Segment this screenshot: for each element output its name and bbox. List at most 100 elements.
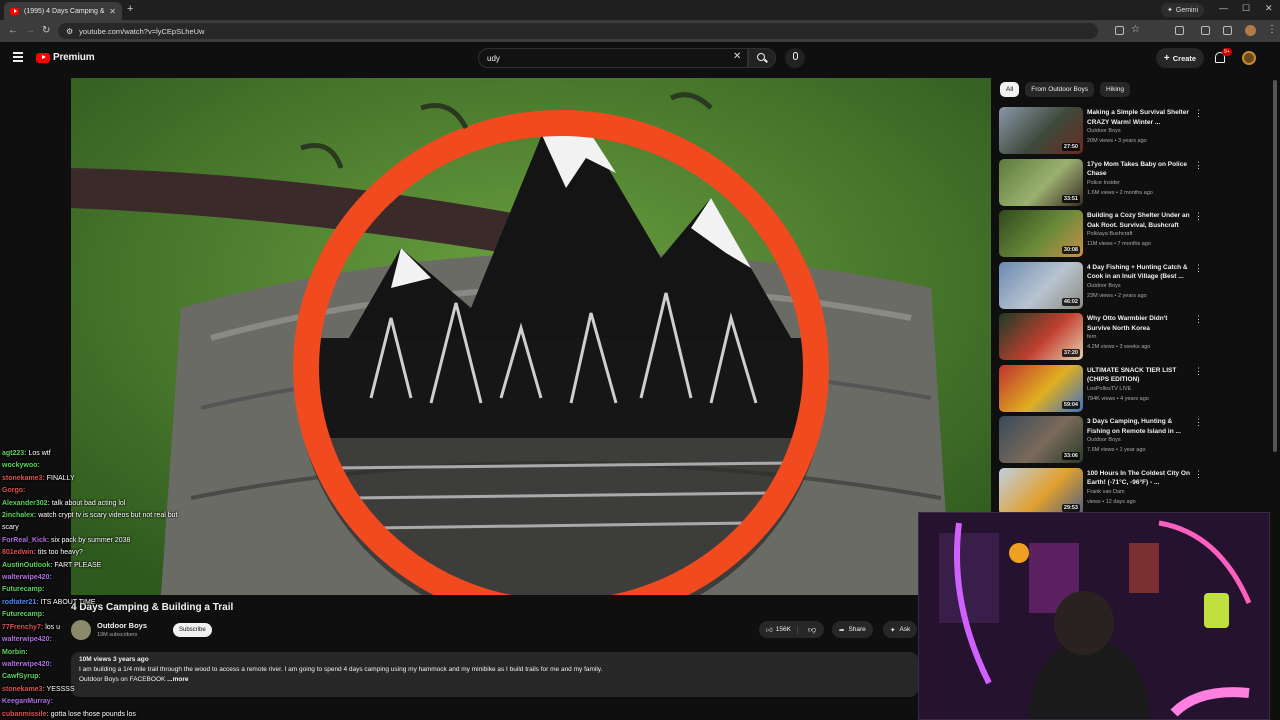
rec-meta: views • 12 days ago [1087, 498, 1136, 505]
chat-line: Morbin: [2, 647, 232, 659]
tab-search-icon[interactable] [1201, 26, 1210, 35]
ask-button[interactable]: ✦ Ask [883, 621, 918, 638]
screen: (1995) 4 Days Camping & Buildi ✕ + ✦ Gem… [0, 0, 1280, 720]
rec-title[interactable]: Making a Simple Survival Shelter CRAZY W… [1087, 108, 1191, 127]
rec-thumbnail[interactable]: 30:08 [999, 210, 1083, 257]
site-info-icon[interactable]: ⚙ [66, 27, 73, 36]
vertical-dots-icon[interactable]: ⋮ [1194, 108, 1203, 119]
chat-user: KeeganMurray: [2, 698, 53, 706]
clear-search-icon[interactable]: ✕ [733, 51, 741, 62]
chat-line: 2inchalex: watch crypt tv is scary video… [2, 510, 232, 522]
rec-channel[interactable]: fern [1087, 334, 1096, 340]
chat-line: KeeganMurray: [2, 696, 232, 708]
install-icon[interactable] [1115, 26, 1124, 35]
rec-thumbnail[interactable]: 59:04 [999, 364, 1083, 412]
rec-title[interactable]: 17yo Mom Takes Baby on Police Chase [1087, 160, 1191, 179]
rec-title[interactable]: 3 Days Camping, Hunting & Fishing on Rem… [1087, 417, 1191, 436]
rec-title[interactable]: 4 Day Fishing + Hunting Catch & Cook in … [1087, 263, 1191, 282]
thumbs-up-icon: 👍︎ [766, 626, 773, 634]
chat-line: walterwipe420: [2, 572, 232, 584]
rec-channel[interactable]: Polisaya Bushcraft [1087, 231, 1133, 237]
browser-tab[interactable]: (1995) 4 Days Camping & Buildi ✕ [4, 2, 122, 20]
gemini-label: Gemini [1175, 6, 1199, 14]
rec-thumbnail[interactable]: 27:50 [999, 107, 1083, 154]
chat-message: ITS ABOUT TIME [40, 598, 96, 606]
account-avatar[interactable] [1242, 51, 1256, 65]
chip-hiking[interactable]: Hiking [1099, 82, 1131, 97]
rec-channel[interactable]: Outdoor Boys [1087, 437, 1121, 443]
rec-thumbnail[interactable]: 33:06 [999, 416, 1083, 463]
page-scrollbar[interactable] [1273, 80, 1277, 452]
vertical-dots-icon[interactable]: ⋮ [1194, 314, 1203, 325]
rec-thumbnail[interactable]: 37:20 [999, 313, 1083, 360]
downloads-icon[interactable] [1223, 26, 1232, 35]
rec-item[interactable]: 59:04 ULTIMATE SNACK TIER LIST (CHIPS EDI… [999, 364, 1204, 417]
rec-title[interactable]: Building a Cozy Shelter Under an Oak Roo… [1087, 211, 1191, 230]
search-input[interactable]: udy [478, 48, 748, 68]
rec-item[interactable]: 37:20 Why Otto Warmbier Didn't Survive No… [999, 313, 1204, 365]
rec-duration: 46:02 [1061, 297, 1080, 306]
rec-item[interactable]: 27:50 Making a Simple Survival Shelter CR… [999, 107, 1204, 159]
create-button[interactable]: + Create [1156, 48, 1204, 68]
rec-thumbnail[interactable]: 29:53 [999, 467, 1083, 515]
extensions-icon[interactable] [1175, 26, 1184, 35]
stream-chat-overlay: agt223: Los wtf wockywoo: stonekame3: FI… [2, 448, 232, 720]
rec-channel[interactable]: Outdoor Boys [1087, 283, 1121, 289]
rec-item[interactable]: 30:08 Building a Cozy Shelter Under an Oa… [999, 210, 1204, 262]
youtube-logo[interactable]: Premium [36, 52, 95, 63]
rec-duration: 33:06 [1061, 452, 1080, 460]
chat-message: FART PLEASE [54, 561, 102, 569]
back-icon[interactable]: ← [8, 25, 18, 36]
filter-chips: All From Outdoor Boys Hiking [1000, 82, 1131, 97]
vertical-dots-icon[interactable]: ⋮ [1194, 160, 1203, 171]
thumbs-down-icon[interactable]: 👎︎ [802, 625, 824, 635]
rec-title[interactable]: Why Otto Warmbier Didn't Survive North K… [1087, 314, 1191, 333]
chat-user: 801edwin: [2, 549, 36, 557]
url-text: youtube.com/watch?v=lyCEpSLheUw [79, 26, 205, 36]
rec-item[interactable]: 33:51 17yo Mom Takes Baby on Police Chase… [999, 158, 1204, 211]
minimize-icon[interactable]: — [1219, 3, 1228, 13]
menu-icon[interactable] [13, 52, 23, 62]
rec-title[interactable]: ULTIMATE SNACK TIER LIST (CHIPS EDITION) [1087, 366, 1191, 385]
rec-meta: 11M views • 7 months ago [1087, 241, 1151, 247]
chat-line: cubanmissile: gotta lose those pounds lo… [2, 709, 232, 720]
window-close-icon[interactable]: ✕ [1265, 3, 1273, 14]
profile-avatar[interactable] [1245, 25, 1256, 36]
vertical-dots-icon[interactable]: ⋮ [1194, 469, 1203, 480]
share-button[interactable]: ➦ Share [832, 621, 873, 638]
chip-from-outdoor-boys[interactable]: From Outdoor Boys [1025, 82, 1094, 97]
vertical-dots-icon[interactable]: ⋮ [1194, 211, 1203, 222]
rec-thumbnail[interactable]: 46:02 [999, 261, 1083, 309]
create-label: Create [1172, 53, 1197, 63]
vertical-dots-icon[interactable]: ⋮ [1194, 417, 1203, 428]
rec-duration: 29:53 [1061, 503, 1080, 512]
rec-item[interactable]: 46:02 4 Day Fishing + Hunting Catch & Coo… [999, 261, 1204, 314]
rec-channel[interactable]: Frank van Dam [1087, 489, 1125, 495]
close-icon[interactable]: ✕ [109, 7, 116, 16]
new-tab-icon[interactable]: + [127, 3, 133, 15]
reload-icon[interactable]: ↻ [42, 25, 50, 36]
url-bar[interactable]: ⚙ youtube.com/watch?v=lyCEpSLheUw [58, 23, 1098, 39]
browser-menu-icon[interactable]: ⋮ [1267, 24, 1277, 35]
vertical-dots-icon[interactable]: ⋮ [1194, 263, 1203, 274]
vertical-dots-icon[interactable]: ⋮ [1194, 366, 1203, 377]
chip-all[interactable]: All [1000, 82, 1020, 97]
gemini-button[interactable]: ✦ Gemini [1161, 3, 1205, 17]
rec-thumbnail[interactable]: 33:51 [999, 158, 1083, 206]
rec-channel[interactable]: Police Insider [1087, 180, 1120, 186]
bookmark-star-icon[interactable]: ☆ [1131, 24, 1140, 35]
rec-item[interactable]: 33:06 3 Days Camping, Hunting & Fishing o… [999, 416, 1204, 468]
rec-duration: 33:51 [1061, 194, 1080, 203]
rec-channel[interactable]: Outdoor Boys [1087, 128, 1121, 134]
like-button[interactable]: 👍︎ 156K [766, 625, 798, 634]
chat-line: Futurecamp: [2, 584, 232, 596]
recommendations-list: 27:50 Making a Simple Survival Shelter CR… [999, 107, 1204, 519]
maximize-icon[interactable]: ☐ [1242, 3, 1250, 14]
chat-user: walterwipe420: [2, 660, 52, 668]
chat-user: walterwipe420: [2, 636, 52, 644]
voice-search-button[interactable] [785, 48, 805, 68]
rec-title[interactable]: 100 Hours In The Coldest City On Earth! … [1087, 469, 1191, 488]
forward-icon[interactable]: → [25, 25, 35, 36]
rec-channel[interactable]: LosPollosTV LIVE [1087, 386, 1131, 392]
search-button[interactable] [748, 48, 776, 68]
